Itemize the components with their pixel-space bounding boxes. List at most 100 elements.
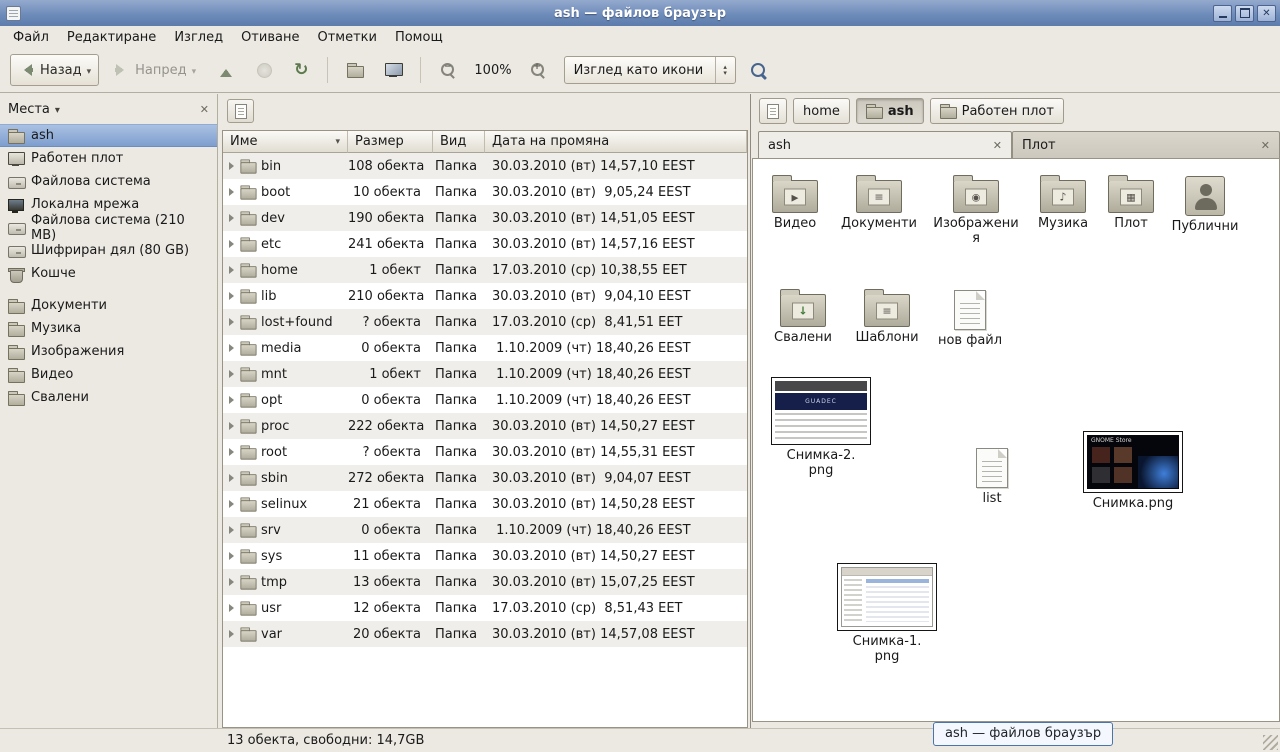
sidebar-item-documents[interactable]: Документи [0, 294, 217, 317]
pane-toggle-button[interactable] [227, 99, 254, 123]
expander-icon[interactable] [229, 292, 234, 300]
sidebar-item-filesystem[interactable]: Файлова система [0, 170, 217, 193]
expander-icon[interactable] [229, 214, 234, 222]
zoom-in-button[interactable] [522, 54, 554, 86]
expander-icon[interactable] [229, 240, 234, 248]
icon-item-documents[interactable]: Документи [837, 173, 921, 231]
table-row[interactable]: root? обектаПапка30.03.2010 (вт) 14,55,3… [223, 439, 747, 465]
table-row[interactable]: var20 обектаПапка30.03.2010 (вт) 14,57,0… [223, 621, 747, 647]
table-row[interactable]: usr12 обектаПапка17.03.2010 (ср) 8,51,43… [223, 595, 747, 621]
title-bar[interactable]: ash — файлов браузър [0, 0, 1280, 26]
sidebar-close-icon[interactable] [200, 102, 209, 117]
tab-close-icon[interactable] [993, 138, 1002, 153]
table-row[interactable]: opt0 обектаПапка 1.10.2009 (чт) 18,40,26… [223, 387, 747, 413]
tab-close-icon[interactable] [1261, 138, 1270, 153]
menu-go[interactable]: Отиване [232, 28, 308, 47]
computer-button[interactable] [377, 54, 409, 86]
expander-icon[interactable] [229, 266, 234, 274]
icon-item-pictures[interactable]: Изображения [933, 173, 1019, 247]
sidebar-item-encrypted-80gb[interactable]: Шифриран дял (80 GB) [0, 239, 217, 262]
column-header-date[interactable]: Дата на промяна [485, 131, 747, 153]
menu-file[interactable]: Файл [4, 28, 58, 47]
column-header-type[interactable]: Вид [433, 131, 485, 153]
expander-icon[interactable] [229, 500, 234, 508]
sidebar-item-desktop[interactable]: Работен плот [0, 147, 217, 170]
sidebar-item-trash[interactable]: Кошче [0, 262, 217, 285]
forward-button[interactable]: Напред [105, 54, 204, 86]
table-row[interactable]: etc241 обектаПапка30.03.2010 (вт) 14,57,… [223, 231, 747, 257]
menu-view[interactable]: Изглед [165, 28, 232, 47]
expander-icon[interactable] [229, 578, 234, 586]
expander-icon[interactable] [229, 474, 234, 482]
maximize-button[interactable] [1235, 5, 1254, 22]
expander-icon[interactable] [229, 188, 234, 196]
up-button[interactable] [210, 54, 243, 86]
table-row[interactable]: sys11 обектаПапка30.03.2010 (вт) 14,50,2… [223, 543, 747, 569]
icon-item-snimka[interactable]: GNOME Store Снимка.png [1079, 431, 1187, 511]
column-header-name[interactable]: Име [223, 131, 348, 153]
table-row[interactable]: media0 обектаПапка 1.10.2009 (чт) 18,40,… [223, 335, 747, 361]
back-button[interactable]: Назад [10, 54, 99, 86]
icon-item-public[interactable]: Публични [1165, 173, 1245, 234]
sidebar-item-ash[interactable]: ash [0, 124, 217, 147]
icon-item-list[interactable]: list [951, 445, 1033, 506]
table-row[interactable]: tmp13 обектаПапка30.03.2010 (вт) 15,07,2… [223, 569, 747, 595]
path-button-ash[interactable]: ash [856, 98, 924, 124]
table-row[interactable]: lost+found? обектаПапка17.03.2010 (ср) 8… [223, 309, 747, 335]
path-button-home[interactable]: home [793, 98, 850, 124]
chevron-down-icon[interactable] [55, 102, 60, 117]
menu-bookmarks[interactable]: Отметки [308, 28, 385, 47]
expander-icon[interactable] [229, 318, 234, 326]
expander-icon[interactable] [229, 162, 234, 170]
icon-item-desktop[interactable]: Плот [1093, 173, 1169, 231]
expander-icon[interactable] [229, 370, 234, 378]
table-row[interactable]: selinux21 обектаПапка30.03.2010 (вт) 14,… [223, 491, 747, 517]
icon-item-downloads[interactable]: Свалени [761, 287, 845, 345]
path-button-desktop[interactable]: Работен плот [930, 98, 1064, 124]
menu-edit[interactable]: Редактиране [58, 28, 165, 47]
tab-ash[interactable]: ash [758, 131, 1012, 158]
sidebar-item-downloads[interactable]: Свалени [0, 386, 217, 409]
minimize-button[interactable] [1213, 5, 1232, 22]
expander-icon[interactable] [229, 552, 234, 560]
home-button[interactable] [339, 54, 371, 86]
sidebar-item-filesystem-210mb[interactable]: Файлова система (210 MB) [0, 216, 217, 239]
table-row[interactable]: dev190 обектаПапка30.03.2010 (вт) 14,51,… [223, 205, 747, 231]
sidebar-item-music[interactable]: Музика [0, 317, 217, 340]
icon-item-snimka-1[interactable]: Снимка-1.png [833, 563, 941, 665]
view-mode-select[interactable]: Изглед като икони [564, 56, 736, 84]
expander-icon[interactable] [229, 344, 234, 352]
expander-icon[interactable] [229, 526, 234, 534]
expander-icon[interactable] [229, 630, 234, 638]
menu-help[interactable]: Помощ [386, 28, 452, 47]
column-header-size[interactable]: Размер [348, 131, 433, 153]
icon-item-templates[interactable]: Шаблони [845, 287, 929, 345]
location-toggle-button[interactable] [759, 98, 787, 124]
table-row[interactable]: mnt1 обектПапка 1.10.2009 (чт) 18,40,26 … [223, 361, 747, 387]
zoom-out-button[interactable] [432, 54, 464, 86]
search-button[interactable] [742, 54, 775, 86]
icon-item-snimka-2[interactable]: GUADEC Снимка-2.png [767, 377, 875, 479]
tab-plot[interactable]: Плот [1012, 131, 1280, 158]
table-row[interactable]: sbin272 обектаПапка30.03.2010 (вт) 9,04,… [223, 465, 747, 491]
table-row[interactable]: home1 обектПапка17.03.2010 (ср) 10,38,55… [223, 257, 747, 283]
expander-icon[interactable] [229, 604, 234, 612]
sidebar-item-videos[interactable]: Видео [0, 363, 217, 386]
table-row[interactable]: bin108 обектаПапка30.03.2010 (вт) 14,57,… [223, 153, 747, 179]
expander-icon[interactable] [229, 396, 234, 404]
icon-view[interactable]: Видео Документи Изображения Музика Плот … [752, 158, 1280, 722]
icon-item-new-file[interactable]: нов файл [931, 287, 1009, 348]
expander-icon[interactable] [229, 448, 234, 456]
expander-icon[interactable] [229, 422, 234, 430]
reload-button[interactable] [286, 54, 316, 86]
table-row[interactable]: lib210 обектаПапка30.03.2010 (вт) 9,04,1… [223, 283, 747, 309]
icon-item-videos[interactable]: Видео [753, 173, 837, 231]
table-row[interactable]: proc222 обектаПапка30.03.2010 (вт) 14,50… [223, 413, 747, 439]
stop-button[interactable] [249, 54, 280, 86]
tree-body[interactable]: bin108 обектаПапка30.03.2010 (вт) 14,57,… [223, 153, 747, 727]
resize-grip[interactable] [1263, 735, 1278, 750]
table-row[interactable]: srv0 обектаПапка 1.10.2009 (чт) 18,40,26… [223, 517, 747, 543]
table-row[interactable]: boot10 обектаПапка30.03.2010 (вт) 9,05,2… [223, 179, 747, 205]
sidebar-title[interactable]: Места [8, 102, 50, 117]
sidebar-item-pictures[interactable]: Изображения [0, 340, 217, 363]
